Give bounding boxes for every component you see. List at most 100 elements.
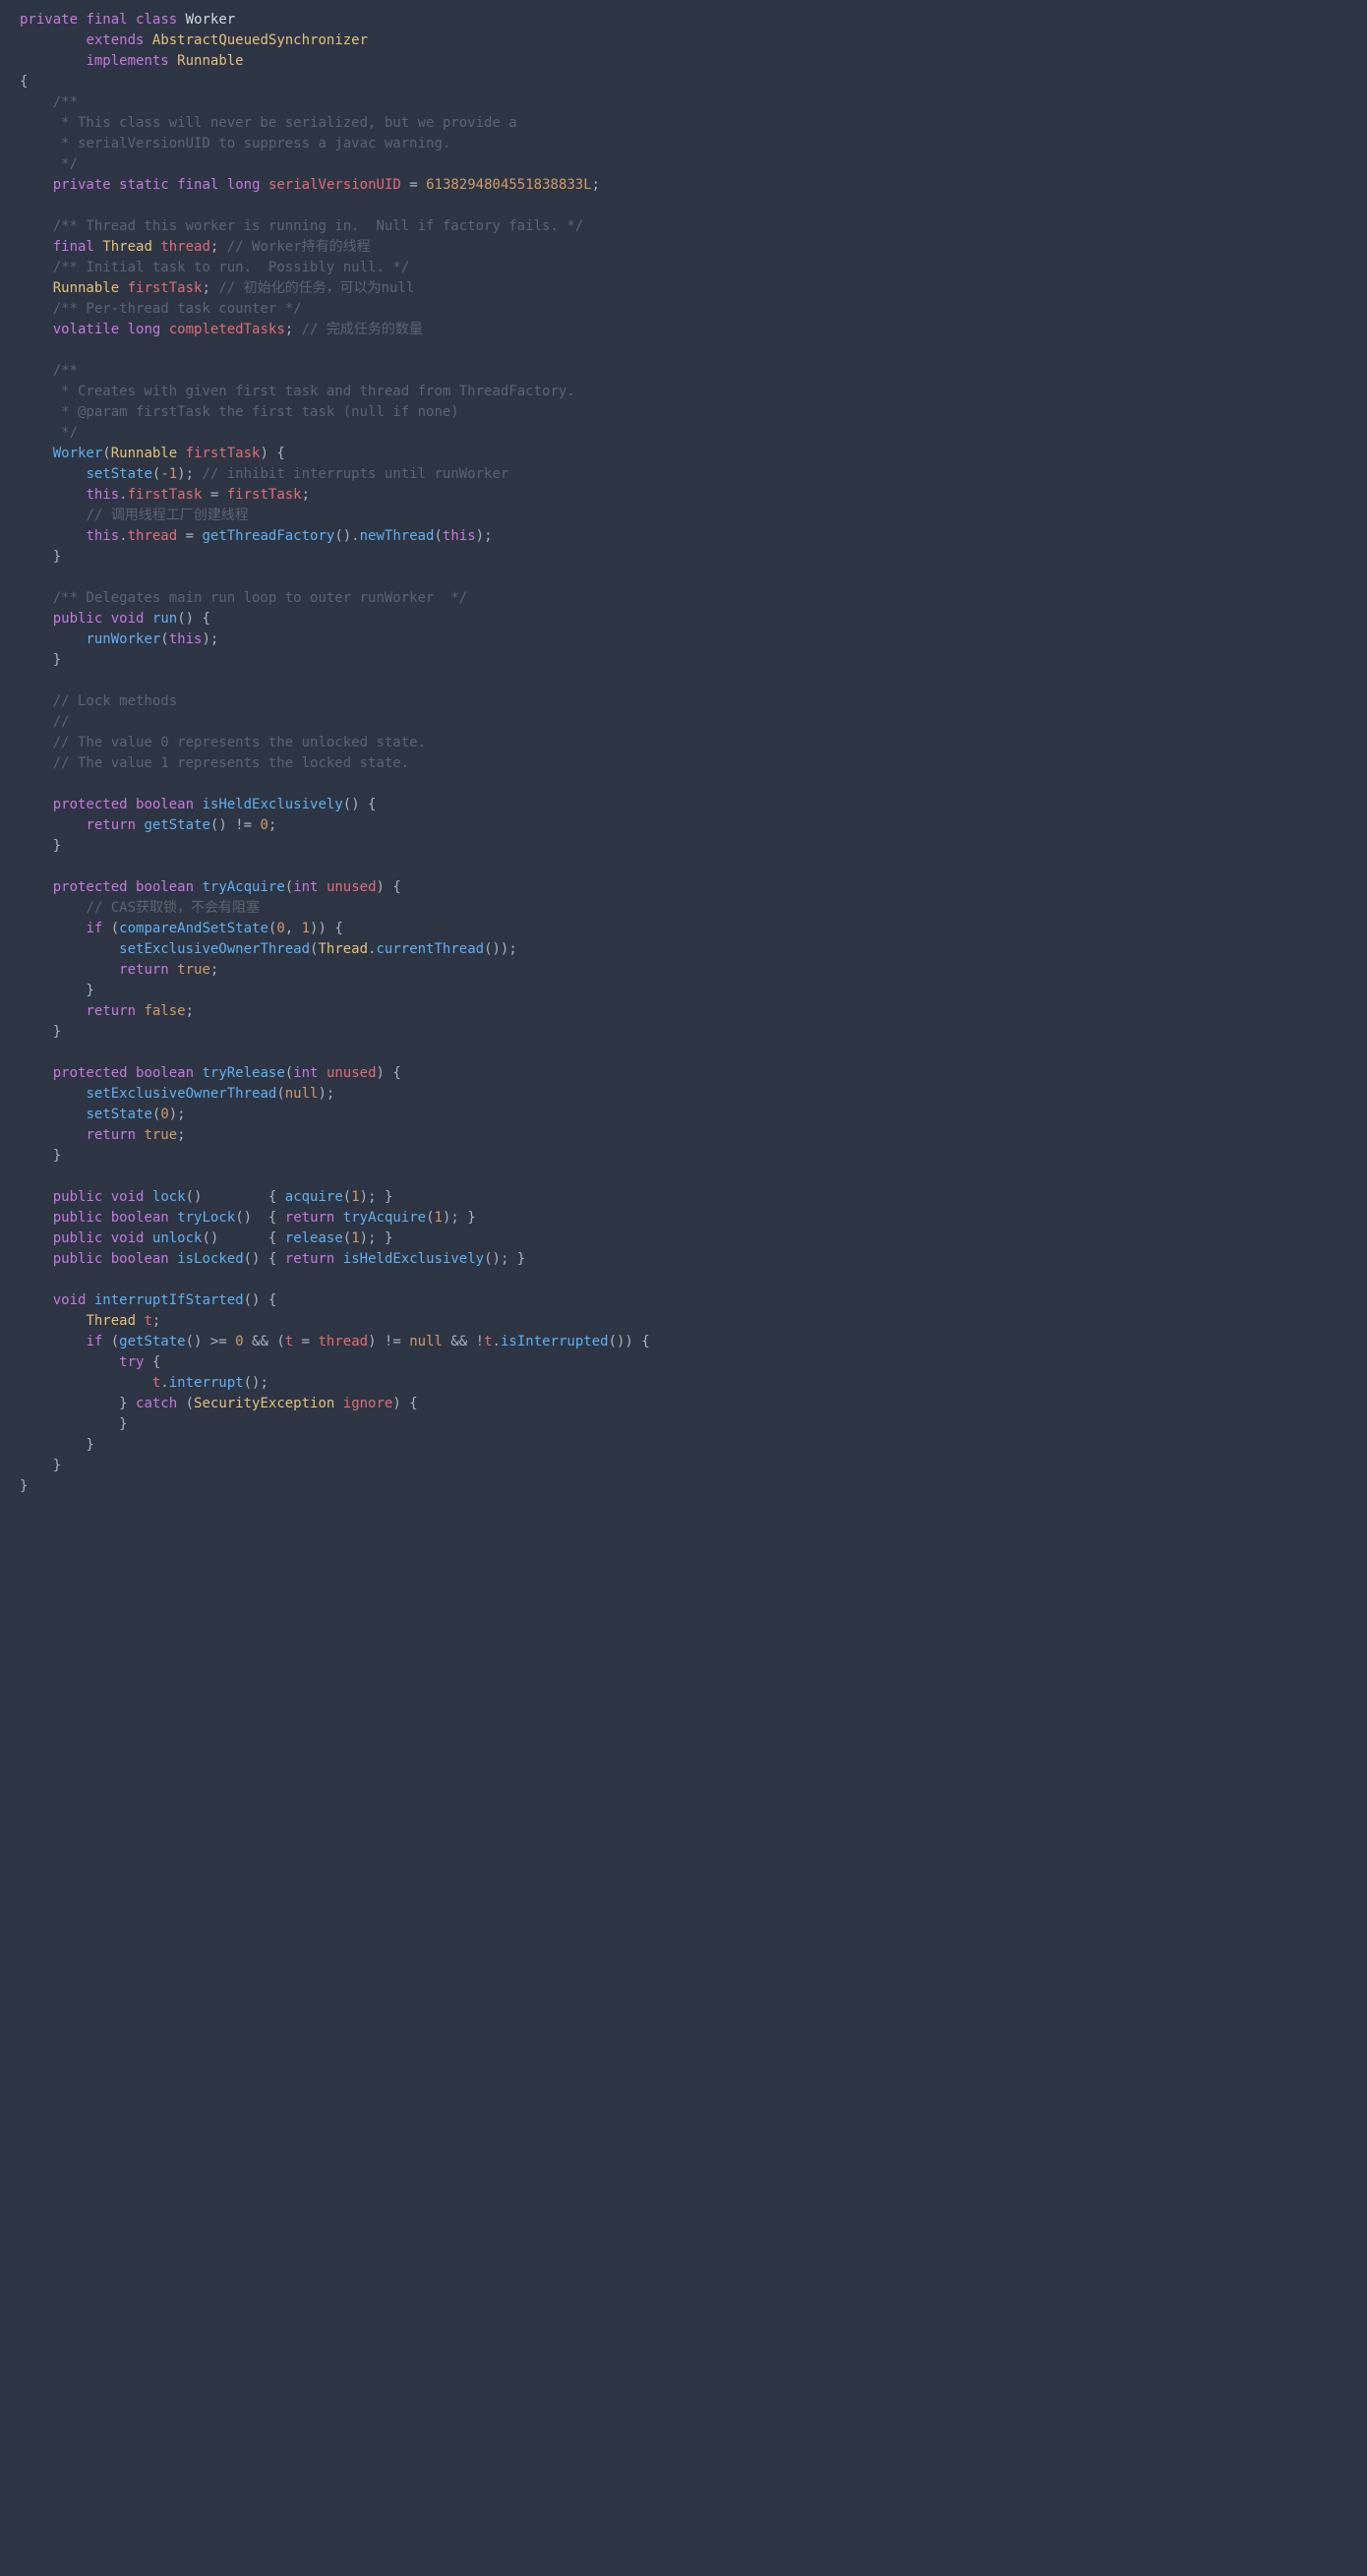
code-token: ( <box>426 1210 434 1226</box>
code-token: () { <box>244 1292 277 1308</box>
code-token <box>144 1230 151 1246</box>
code-token: long <box>128 322 161 337</box>
code-line: // The value 0 represents the unlocked s… <box>20 735 426 750</box>
code-token: )) { <box>310 921 343 936</box>
code-token <box>20 962 119 978</box>
code-token <box>20 1003 86 1019</box>
code-line: Worker(Runnable firstTask) { <box>20 446 285 461</box>
code-token <box>20 1230 53 1246</box>
code-token: , <box>285 921 302 936</box>
code-token: completedTasks <box>169 322 285 337</box>
code-token: 1 <box>351 1189 359 1205</box>
code-token: ignore <box>343 1396 393 1411</box>
code-token: ) { <box>377 879 401 895</box>
code-line: } <box>20 1024 61 1040</box>
code-token: catch <box>136 1396 177 1411</box>
code-token: setExclusiveOwnerThread <box>86 1086 276 1102</box>
code-token: null <box>409 1334 443 1349</box>
code-token: } <box>20 983 94 998</box>
code-line: { <box>20 74 28 90</box>
code-token: { <box>20 74 28 90</box>
code-token: Runnable <box>111 446 177 461</box>
code-token: ; <box>186 1003 194 1019</box>
code-token: /** Thread this worker is running in. Nu… <box>53 218 583 234</box>
code-token: (); <box>244 1375 268 1391</box>
code-line: */ <box>20 156 78 172</box>
code-token <box>169 53 177 69</box>
code-token: 6138294804551838833L <box>426 177 592 193</box>
code-token: ( <box>102 1334 119 1349</box>
code-line: } <box>20 1416 128 1432</box>
code-line: return true; <box>20 1127 186 1143</box>
code-token: * @param firstTask the first task (null … <box>53 404 459 420</box>
code-token: /** Initial task to run. Possibly null. … <box>53 260 409 275</box>
code-token <box>20 177 53 193</box>
code-line: /** <box>20 363 78 379</box>
code-token <box>102 1230 110 1246</box>
code-line: t.interrupt(); <box>20 1375 268 1391</box>
code-token <box>20 714 53 730</box>
code-token: ( <box>276 1086 284 1102</box>
code-token: ; <box>210 239 227 255</box>
code-line: return false; <box>20 1003 194 1019</box>
code-token <box>20 301 53 317</box>
code-line: setState(0); <box>20 1107 186 1122</box>
code-line: volatile long completedTasks; // 完成任务的数量 <box>20 322 423 337</box>
code-token <box>144 32 151 48</box>
code-token: setExclusiveOwnerThread <box>119 941 310 957</box>
code-token: ; <box>285 322 302 337</box>
code-token: && ! <box>443 1334 484 1349</box>
code-token <box>20 941 119 957</box>
code-token <box>218 177 226 193</box>
code-token: ; <box>268 817 276 833</box>
code-token <box>20 32 86 48</box>
code-token: isHeldExclusively <box>343 1251 484 1267</box>
code-line: protected boolean isHeldExclusively() { <box>20 797 376 812</box>
code-token <box>128 797 136 812</box>
code-token: return <box>285 1251 335 1267</box>
code-token <box>169 962 177 978</box>
code-token: * This class will never be serialized, b… <box>53 115 517 131</box>
code-token: ; <box>210 962 218 978</box>
code-token <box>86 1292 93 1308</box>
code-token: } <box>20 1148 61 1164</box>
code-line: // <box>20 714 70 730</box>
code-token: } <box>20 652 61 668</box>
code-line: /** Thread this worker is running in. Nu… <box>20 218 583 234</box>
code-token: setState <box>86 466 151 482</box>
code-token <box>20 94 53 110</box>
code-token: public <box>53 1230 103 1246</box>
code-line: } <box>20 983 94 998</box>
code-token: this <box>443 528 476 544</box>
code-token: . <box>160 1375 168 1391</box>
code-token: * serialVersionUID to suppress a javac w… <box>53 136 451 151</box>
code-token: . <box>119 528 127 544</box>
code-token: firstTask <box>186 446 261 461</box>
code-token: Thread <box>86 1313 136 1329</box>
code-token: final <box>177 177 218 193</box>
code-token: release <box>285 1230 343 1246</box>
code-token: volatile <box>53 322 119 337</box>
code-token: final <box>53 239 94 255</box>
code-token: Worker <box>186 12 236 28</box>
code-token: 1 <box>351 1230 359 1246</box>
code-token <box>20 1189 53 1205</box>
code-token <box>102 1251 110 1267</box>
code-token <box>20 1354 119 1370</box>
code-token: 0 <box>276 921 284 936</box>
code-line: extends AbstractQueuedSynchronizer <box>20 32 368 48</box>
code-token: serialVersionUID <box>268 177 401 193</box>
code-token: unused <box>327 1065 377 1081</box>
code-token: && ( <box>244 1334 285 1349</box>
code-token: () { <box>177 611 210 627</box>
code-line: } <box>20 1437 94 1453</box>
code-token: this <box>169 631 203 647</box>
code-line: /** Initial task to run. Possibly null. … <box>20 260 409 275</box>
code-token: void <box>53 1292 87 1308</box>
code-token: ; <box>592 177 600 193</box>
code-token: /** Per-thread task counter */ <box>53 301 302 317</box>
code-token: t <box>484 1334 492 1349</box>
code-token: getThreadFactory <box>202 528 334 544</box>
code-token: // The value 0 represents the unlocked s… <box>53 735 426 750</box>
code-line: * Creates with given first task and thre… <box>20 384 575 399</box>
